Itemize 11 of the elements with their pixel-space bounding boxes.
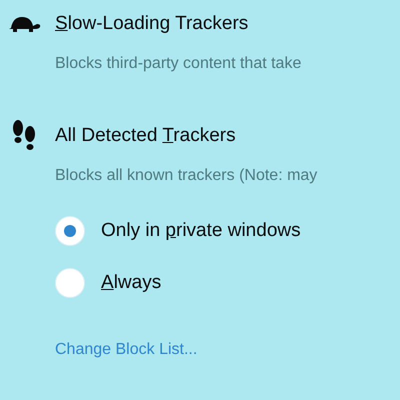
section-description: Blocks all known trackers (Note: may: [55, 167, 318, 184]
radio-label: Only in private windows: [101, 218, 301, 243]
turtle-icon: [6, 14, 40, 34]
radio-button[interactable]: [55, 216, 85, 246]
section-description: Blocks third-party content that take: [55, 55, 302, 72]
section-title: All Detected Trackers: [55, 124, 236, 148]
radio-button[interactable]: [55, 268, 85, 298]
change-block-list-link[interactable]: Change Block List...: [55, 341, 198, 358]
radio-label: Always: [101, 270, 162, 295]
section-title: Slow-Loading Trackers: [55, 12, 248, 36]
footprints-icon: [10, 120, 36, 152]
